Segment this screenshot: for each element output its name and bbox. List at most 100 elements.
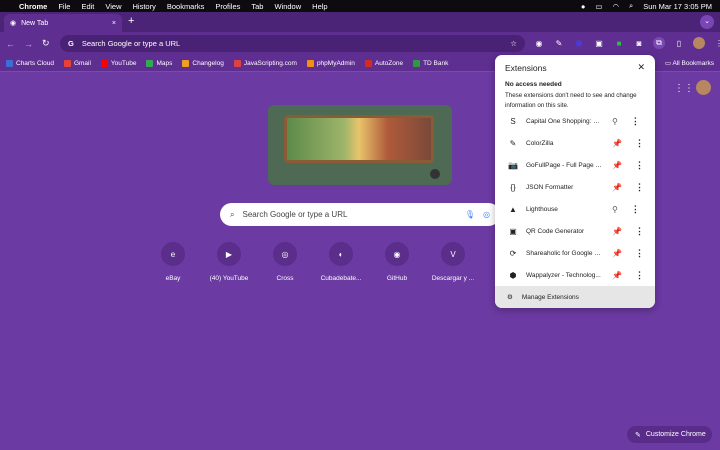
more-options-icon[interactable]: ⋮ [635,270,644,281]
extension-row[interactable]: ⬢ Wappalyzer - Technolog... 📌 ⋮ [495,264,655,286]
extension-icon: ⬢ [509,270,517,280]
omnibox[interactable]: G Search Google or type a URL ☆ [60,35,525,52]
more-options-icon[interactable]: ⋮ [635,182,644,193]
extension-name[interactable]: Wappalyzer - Technolog... [526,272,602,279]
bookmark-item[interactable]: JavaScripting.com [233,59,297,67]
pin-icon[interactable]: 📌 [612,139,622,148]
extension-row[interactable]: 📷 GoFullPage - Full Page S... 📌 ⋮ [495,154,655,176]
doodle-share-icon[interactable] [430,169,440,179]
bookmark-item[interactable]: Gmail [63,59,91,67]
pin-icon[interactable]: 📌 [612,161,622,170]
extension-capital-one-icon[interactable]: ◉ [533,37,545,49]
extension-row[interactable]: {} JSON Formatter 📌 ⋮ [495,176,655,198]
account-avatar[interactable] [696,80,711,95]
menu-file[interactable]: File [58,2,70,11]
spotlight-icon[interactable]: ⌕ [629,1,633,11]
profile-avatar[interactable] [693,37,705,49]
more-options-icon[interactable]: ⋮ [631,116,640,127]
wifi-icon[interactable]: ◠ [612,2,619,11]
menu-bookmarks[interactable]: Bookmarks [167,2,205,11]
more-options-icon[interactable]: ⋮ [631,204,640,215]
extension-name[interactable]: JSON Formatter [526,184,602,191]
extension-row[interactable]: S Capital One Shopping: S... ⚲ ⋮ [495,110,655,132]
google-lens-icon[interactable]: ◎ [483,210,490,219]
chrome-menu-icon[interactable]: ⋮ [713,37,720,49]
close-icon[interactable]: ✕ [637,62,645,73]
shortcut-tile[interactable]: ◐ Cubadebate... [313,242,369,282]
omnibox-input[interactable]: Search Google or type a URL [82,39,180,48]
menu-history[interactable]: History [133,2,156,11]
side-panel-icon[interactable]: ▯ [673,37,685,49]
pin-icon[interactable]: ⚲ [612,205,618,214]
bookmark-star-icon[interactable]: ☆ [510,39,517,48]
pin-icon[interactable]: 📌 [612,183,622,192]
extension-row[interactable]: ▣ QR Code Generator 📌 ⋮ [495,220,655,242]
tab-new-tab[interactable]: ◉ New Tab × [4,14,122,32]
extensions-popup: Extensions ✕ No access needed These exte… [495,55,655,308]
menu-edit[interactable]: Edit [81,2,94,11]
menu-view[interactable]: View [105,2,121,11]
pin-icon[interactable]: 📌 [612,249,622,258]
extension-name[interactable]: Lighthouse [526,206,602,213]
bookmark-favicon-icon [364,59,372,67]
status-icon[interactable]: ● [581,2,586,11]
doodle-image[interactable] [284,115,434,163]
search-box[interactable]: ⌕ Search Google or type a URL 🎙 ◎ [220,203,500,226]
all-bookmarks-button[interactable]: ▭ All Bookmarks [665,59,714,67]
menu-help[interactable]: Help [312,2,327,11]
reload-icon[interactable]: ↻ [42,38,50,49]
shortcut-tile[interactable]: V Descargar y ... [425,242,481,282]
extension-gofullpage-icon[interactable]: ◙ [633,37,645,49]
extension-shareaholic-icon[interactable]: ■ [613,37,625,49]
back-icon[interactable]: ← [6,39,15,49]
extension-name[interactable]: Capital One Shopping: S... [526,118,602,125]
menu-app[interactable]: Chrome [19,2,47,11]
menu-window[interactable]: Window [274,2,301,11]
more-options-icon[interactable]: ⋮ [635,138,644,149]
shortcut-tile[interactable]: e eBay [145,242,201,282]
google-doodle[interactable] [268,105,452,185]
pin-icon[interactable]: 📌 [612,271,622,280]
bookmark-item[interactable]: phpMyAdmin [306,59,355,67]
pin-icon[interactable]: 📌 [612,227,622,236]
extension-colorzilla-icon[interactable]: ✎ [553,37,565,49]
extension-row[interactable]: ✎ ColorZilla 📌 ⋮ [495,132,655,154]
extensions-puzzle-icon[interactable]: ⧉ [653,37,665,49]
extension-row[interactable]: ▲ Lighthouse ⚲ ⋮ [495,198,655,220]
menu-tab[interactable]: Tab [251,2,263,11]
bookmark-item[interactable]: AutoZone [364,59,403,67]
google-apps-icon[interactable]: ⋮⋮ [674,83,694,94]
bookmark-item[interactable]: Charts Cloud [6,59,54,67]
more-options-icon[interactable]: ⋮ [635,248,644,259]
tab-close-icon[interactable]: × [112,20,116,27]
extension-name[interactable]: Shareaholic for Google C... [526,250,602,257]
extension-icon: S [510,116,516,126]
microphone-icon[interactable]: 🎙 [465,210,475,219]
search-input[interactable]: Search Google or type a URL [242,210,347,219]
shortcut-tile[interactable]: ◉ GitHub [369,242,425,282]
shortcut-tile[interactable]: ◎ Cross [257,242,313,282]
new-tab-button[interactable]: + [128,15,134,27]
pin-icon[interactable]: ⚲ [612,117,618,126]
extension-name[interactable]: QR Code Generator [526,228,602,235]
menu-profiles[interactable]: Profiles [215,2,240,11]
extension-row[interactable]: ⟳ Shareaholic for Google C... 📌 ⋮ [495,242,655,264]
extension-name[interactable]: ColorZilla [526,140,602,147]
bookmark-item[interactable]: TD Bank [413,59,448,67]
bookmark-item[interactable]: Changelog [182,59,224,67]
extension-name[interactable]: GoFullPage - Full Page S... [526,162,602,169]
more-options-icon[interactable]: ⋮ [635,160,644,171]
manage-extensions-button[interactable]: ⚙ Manage Extensions [495,286,655,308]
battery-icon[interactable]: ▭ [595,2,602,11]
popup-title: Extensions [505,63,547,73]
extension-wappalyzer-icon[interactable]: ⬢ [573,37,585,49]
bookmark-item[interactable]: Maps [146,59,172,67]
extension-qr-icon[interactable]: ▣ [593,37,605,49]
more-options-icon[interactable]: ⋮ [635,226,644,237]
forward-icon[interactable]: → [24,39,33,49]
shortcut-tile[interactable]: ▶ (40) YouTube [201,242,257,282]
tab-search-button[interactable]: ⌄ [700,15,714,29]
bookmark-item[interactable]: YouTube [100,59,136,67]
customize-chrome-button[interactable]: ✎ Customize Chrome [627,426,712,443]
clock[interactable]: Sun Mar 17 3:05 PM [643,2,712,11]
